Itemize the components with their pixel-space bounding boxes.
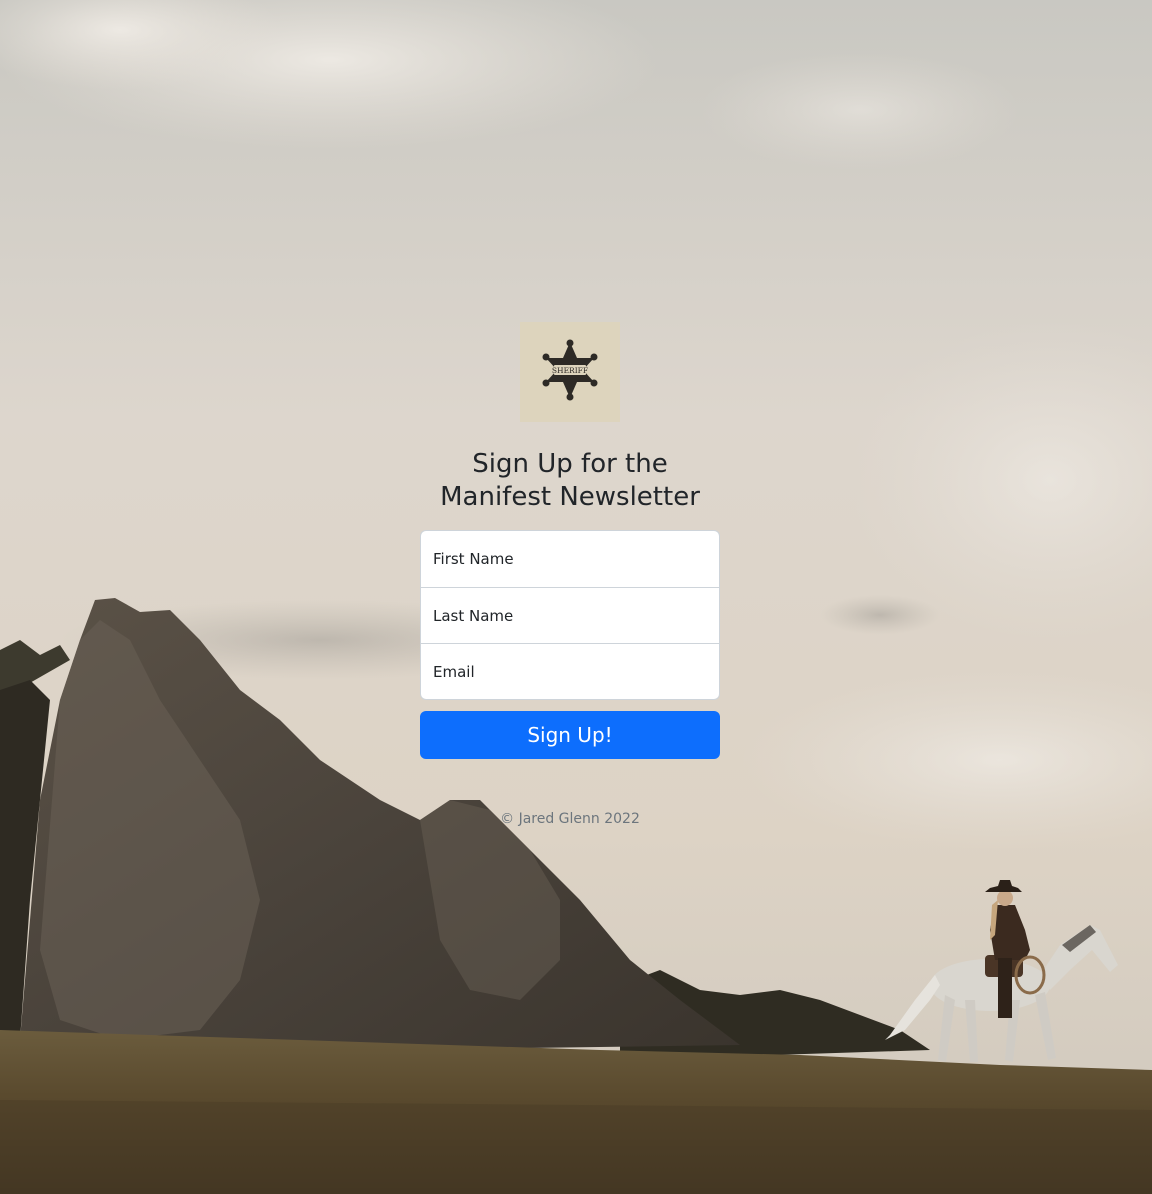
last-name-placeholder: Last Name (433, 606, 514, 625)
email-field[interactable]: Email (421, 643, 719, 699)
page-title: Sign Up for the Manifest Newsletter (420, 448, 720, 514)
email-placeholder: Email (433, 662, 475, 681)
badge-text: SHERIFF (552, 366, 588, 375)
copyright-footer: © Jared Glenn 2022 (500, 811, 640, 827)
last-name-field[interactable]: Last Name (421, 587, 719, 643)
sign-up-button[interactable]: Sign Up! (420, 711, 720, 759)
first-name-placeholder: First Name (433, 550, 514, 568)
page-title-line1: Sign Up for the (472, 449, 668, 479)
first-name-field[interactable]: First Name (421, 531, 719, 587)
page-title-line2: Manifest Newsletter (440, 482, 700, 512)
form-fields: First Name Last Name Email (420, 530, 720, 700)
signup-form: SHERIFF Sign Up for the Manifest Newslet… (420, 322, 720, 841)
brand-logo: SHERIFF (520, 322, 620, 422)
sheriff-badge-icon: SHERIFF (542, 339, 598, 405)
